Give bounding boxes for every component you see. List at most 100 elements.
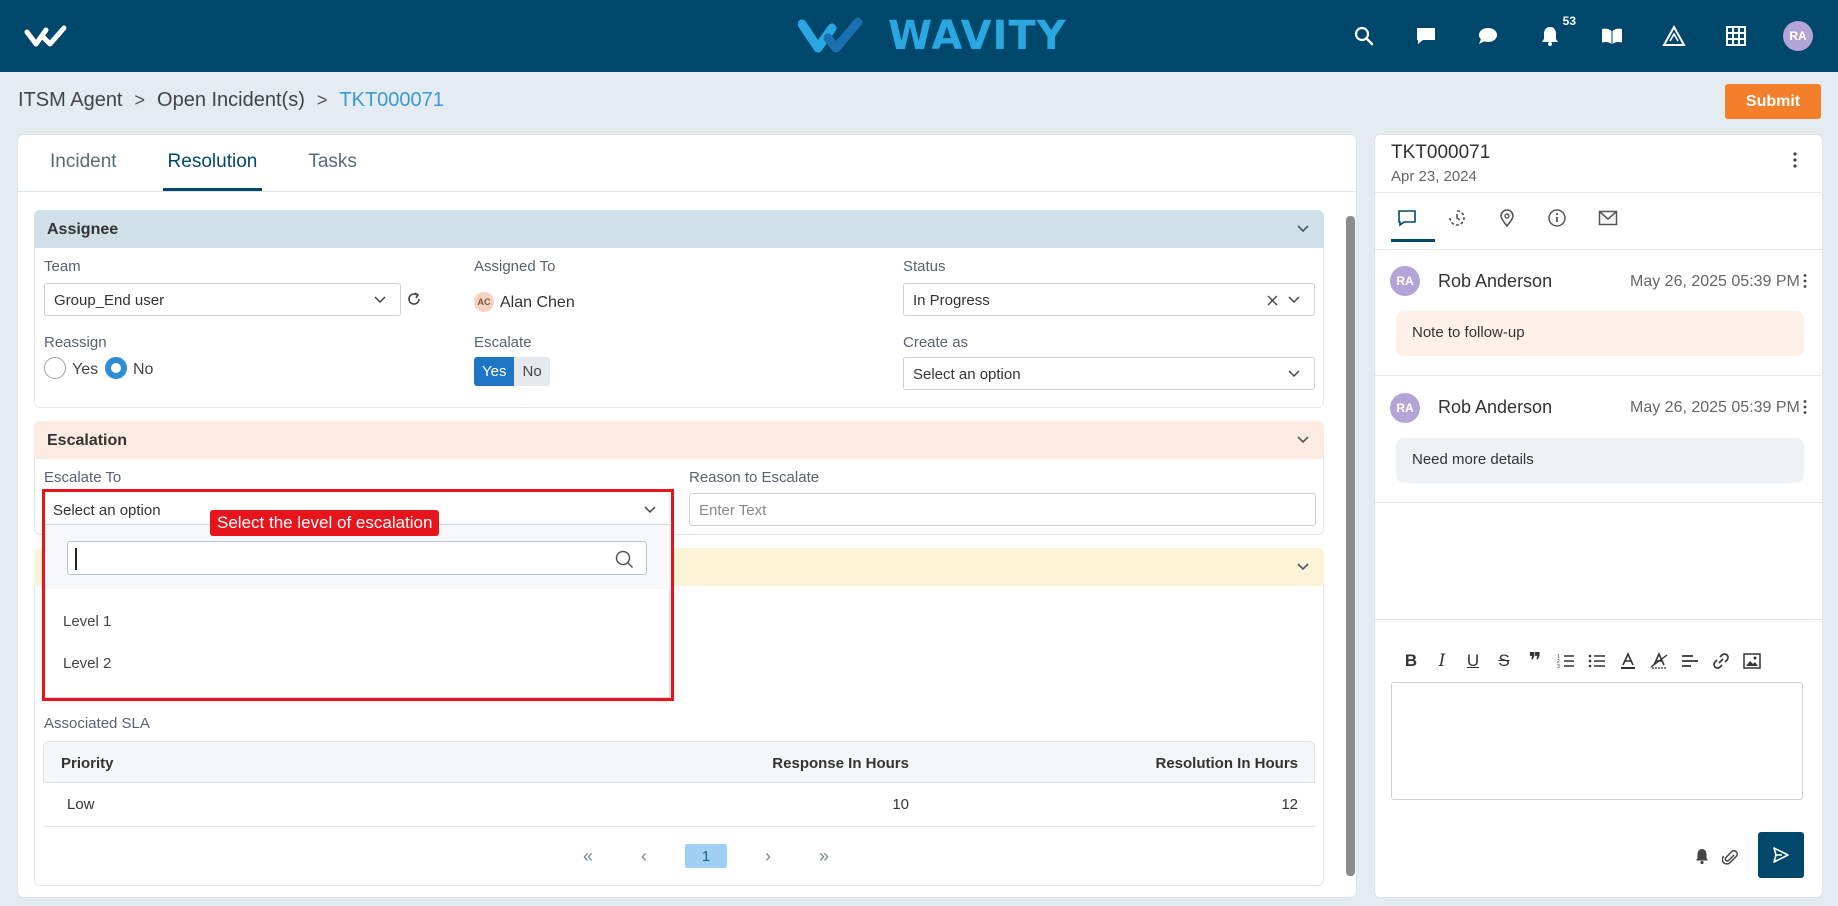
chat-icon[interactable]: [1470, 18, 1506, 54]
avatar: RA: [1390, 393, 1420, 423]
next-page-button[interactable]: ›: [753, 844, 783, 868]
team-label: Team: [44, 258, 81, 275]
panel-ticket-id: TKT000071: [1391, 142, 1491, 163]
reassign-no-radio[interactable]: [105, 357, 127, 379]
reason-placeholder: Enter Text: [699, 502, 767, 519]
history-tab-icon[interactable]: [1443, 205, 1471, 231]
alert-triangle-icon[interactable]: [1656, 18, 1692, 54]
clear-icon[interactable]: [1267, 295, 1278, 306]
location-settings-tab-icon[interactable]: [1493, 205, 1521, 231]
send-button[interactable]: [1758, 832, 1804, 878]
font-color-icon[interactable]: [1618, 650, 1638, 672]
team-select[interactable]: Group_End user: [44, 283, 401, 316]
knowledge-book-icon[interactable]: [1594, 18, 1630, 54]
escalate-to-dropdown: Level 1 Level 2: [44, 524, 671, 698]
image-icon[interactable]: [1742, 650, 1762, 672]
align-icon[interactable]: [1680, 650, 1700, 672]
sla-cell-response: 10: [892, 796, 909, 813]
brand-name: WAVITY: [888, 13, 1067, 59]
dropdown-option-level-1[interactable]: Level 1: [63, 613, 111, 630]
breadcrumb-item-open-incidents[interactable]: Open Incident(s): [157, 89, 305, 112]
italic-icon[interactable]: I: [1432, 650, 1452, 672]
scrollbar-thumb[interactable]: [1346, 216, 1355, 876]
team-value: Group_End user: [54, 292, 165, 309]
annotation-label: Select the level of escalation: [210, 510, 440, 536]
submit-button[interactable]: Submit: [1725, 84, 1821, 119]
page-1-button[interactable]: 1: [685, 844, 727, 868]
more-options-icon[interactable]: [1789, 151, 1801, 169]
pagination: « ‹ 1 › »: [560, 843, 852, 869]
sla-cell-resolution: 12: [1281, 796, 1298, 813]
comment-more-icon[interactable]: [1802, 399, 1808, 415]
first-page-button[interactable]: «: [573, 844, 603, 868]
search-icon[interactable]: [1346, 18, 1382, 54]
create-as-value: Select an option: [913, 366, 1021, 383]
wavity-mark-icon: [798, 17, 863, 53]
comment-more-icon[interactable]: [1802, 273, 1808, 289]
refresh-icon[interactable]: [406, 291, 422, 307]
create-as-label: Create as: [903, 334, 969, 351]
link-icon[interactable]: [1711, 650, 1731, 672]
sla-table-header: Priority Response In Hours Resolution In…: [43, 741, 1315, 783]
top-bar: WAVITY 53 RA: [0, 0, 1838, 72]
info-tab-icon[interactable]: [1543, 205, 1571, 231]
bold-icon[interactable]: B: [1401, 650, 1421, 672]
dropdown-search-input[interactable]: [67, 541, 647, 575]
sla-cell-priority: Low: [67, 796, 95, 813]
divider: [1375, 619, 1824, 620]
reason-to-escalate-label: Reason to Escalate: [689, 469, 820, 486]
status-label: Status: [903, 258, 946, 275]
reason-to-escalate-input[interactable]: Enter Text: [689, 493, 1316, 526]
comments-tab-icon[interactable]: [1393, 205, 1421, 231]
search-icon: [615, 550, 634, 569]
chevron-down-icon[interactable]: [1296, 560, 1310, 574]
escalate-yes-button[interactable]: Yes: [474, 357, 515, 386]
assignee-section-header[interactable]: Assignee: [34, 210, 1324, 248]
chevron-down-icon: [374, 296, 386, 304]
ordered-list-icon[interactable]: 123: [1556, 650, 1576, 672]
attachment-icon[interactable]: [1722, 846, 1738, 866]
escalation-section-header[interactable]: Escalation: [34, 421, 1324, 459]
previous-page-button[interactable]: ‹: [629, 844, 659, 868]
breadcrumb-item-itsm-agent[interactable]: ITSM Agent: [18, 89, 123, 112]
text-caret: [75, 548, 77, 570]
comment-editor[interactable]: [1391, 682, 1803, 800]
reassign-yes-radio[interactable]: [44, 357, 66, 379]
brand-logo: WAVITY: [798, 12, 1067, 60]
chevron-down-icon[interactable]: [1296, 433, 1310, 447]
chevron-down-icon[interactable]: [1296, 222, 1310, 236]
app-menu-icon[interactable]: [24, 22, 72, 50]
apps-grid-icon[interactable]: [1718, 18, 1754, 54]
underline-icon[interactable]: U: [1463, 650, 1483, 672]
chevron-down-icon: [644, 506, 656, 514]
comment-item: RA Rob Anderson May 26, 2025 05:39 PM No…: [1375, 250, 1824, 376]
email-tab-icon[interactable]: [1594, 205, 1622, 231]
clear-format-icon[interactable]: [1649, 650, 1669, 672]
last-page-button[interactable]: »: [809, 844, 839, 868]
bell-icon[interactable]: 53: [1532, 14, 1576, 54]
top-icons: 53 RA: [1320, 14, 1816, 54]
notify-bell-icon[interactable]: [1694, 847, 1710, 865]
status-value: In Progress: [913, 292, 990, 309]
avatar: RA: [1390, 266, 1420, 296]
active-tab-indicator: [1391, 239, 1435, 242]
sla-col-priority: Priority: [61, 755, 114, 772]
reassign-label: Reassign: [44, 334, 107, 351]
create-as-select[interactable]: Select an option: [903, 357, 1315, 390]
tab-tasks[interactable]: Tasks: [308, 135, 357, 191]
reassign-no-label: No: [133, 361, 154, 378]
message-icon[interactable]: [1408, 18, 1444, 54]
tab-resolution[interactable]: Resolution: [162, 135, 263, 191]
sla-col-resolution: Resolution In Hours: [1155, 755, 1299, 772]
quote-icon[interactable]: ❞: [1525, 648, 1545, 673]
status-select[interactable]: In Progress: [903, 283, 1315, 316]
escalate-toggle: Yes No: [474, 357, 550, 386]
comment-text: Note to follow-up: [1396, 311, 1804, 356]
bullet-list-icon[interactable]: [1587, 650, 1607, 672]
assigned-to-value: Alan Chen: [500, 294, 575, 311]
user-avatar[interactable]: RA: [1780, 18, 1816, 54]
tab-incident[interactable]: Incident: [50, 135, 117, 191]
dropdown-option-level-2[interactable]: Level 2: [63, 655, 111, 672]
strikethrough-icon[interactable]: S: [1494, 650, 1514, 672]
escalate-no-button[interactable]: No: [514, 357, 550, 386]
